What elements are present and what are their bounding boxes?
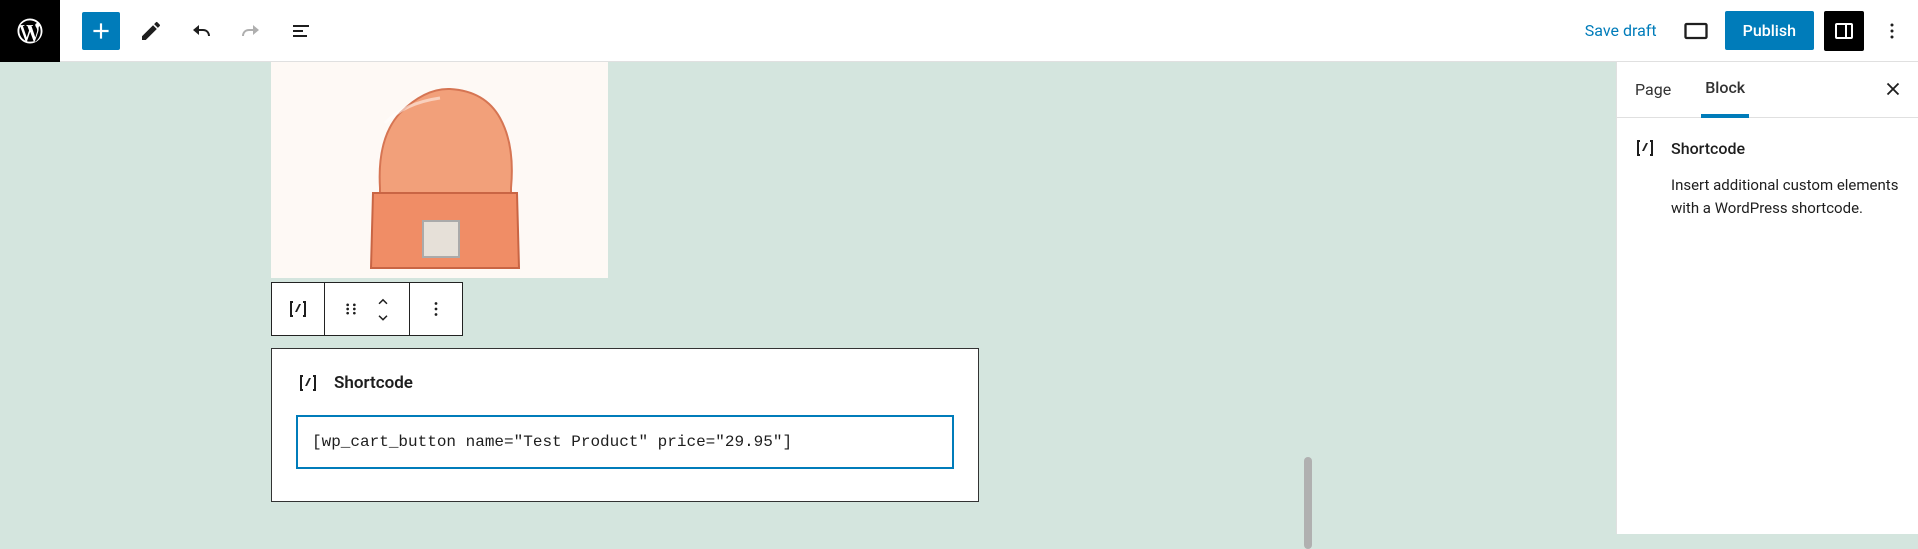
close-sidebar-button[interactable] [1882, 78, 1904, 104]
drag-handle[interactable] [335, 293, 367, 325]
sidebar-tabs: Page Block [1617, 62, 1918, 118]
shortcode-block[interactable]: Shortcode [271, 348, 979, 502]
shortcode-icon [296, 371, 320, 395]
sidebar-block-description: Insert additional custom elements with a… [1671, 174, 1902, 219]
sidebar-body: Shortcode Insert additional custom eleme… [1617, 118, 1918, 237]
shortcode-label: Shortcode [334, 373, 413, 393]
close-icon [1882, 78, 1904, 100]
shortcode-icon [286, 297, 310, 321]
shortcode-icon [1633, 136, 1657, 160]
move-down-button[interactable] [367, 309, 399, 325]
block-toolbar [271, 282, 463, 336]
toolbar-right-group: Save draft Publish [1575, 11, 1910, 51]
chevron-down-icon [374, 311, 392, 323]
editor-canvas: Shortcode [0, 62, 1616, 534]
list-view-icon [289, 19, 313, 43]
shortcode-input[interactable] [296, 415, 954, 469]
options-button[interactable] [1874, 13, 1910, 49]
undo-button[interactable] [182, 12, 220, 50]
redo-icon [239, 19, 263, 43]
more-vertical-icon [1880, 19, 1904, 43]
publish-button[interactable]: Publish [1725, 11, 1814, 50]
plus-icon [88, 18, 114, 44]
save-draft-button[interactable]: Save draft [1575, 13, 1667, 48]
move-up-button[interactable] [367, 293, 399, 309]
sidebar-icon [1832, 19, 1856, 43]
block-type-button[interactable] [282, 293, 314, 325]
settings-sidebar: Page Block Shortcode Insert additional c… [1616, 62, 1918, 534]
add-block-button[interactable] [82, 12, 120, 50]
redo-button[interactable] [232, 12, 270, 50]
product-image [355, 83, 525, 278]
undo-icon [189, 19, 213, 43]
settings-toggle-button[interactable] [1824, 11, 1864, 51]
sidebar-block-title: Shortcode [1671, 139, 1745, 158]
more-vertical-icon [425, 298, 447, 320]
tab-block[interactable]: Block [1701, 62, 1749, 118]
select-tool-button[interactable] [132, 12, 170, 50]
chevron-up-icon [374, 295, 392, 307]
image-block[interactable] [271, 62, 608, 278]
block-options-button[interactable] [420, 293, 452, 325]
scrollbar[interactable] [1304, 457, 1312, 549]
wordpress-icon [15, 16, 45, 46]
document-overview-button[interactable] [282, 12, 320, 50]
wordpress-logo[interactable] [0, 0, 60, 62]
pencil-icon [139, 19, 163, 43]
preview-button[interactable] [1677, 12, 1715, 50]
shortcode-block-header: Shortcode [296, 371, 954, 395]
device-icon [1682, 17, 1710, 45]
toolbar-left-group [82, 12, 320, 50]
drag-icon [341, 299, 361, 319]
tab-page[interactable]: Page [1631, 62, 1675, 118]
editor-toolbar: Save draft Publish [0, 0, 1918, 62]
